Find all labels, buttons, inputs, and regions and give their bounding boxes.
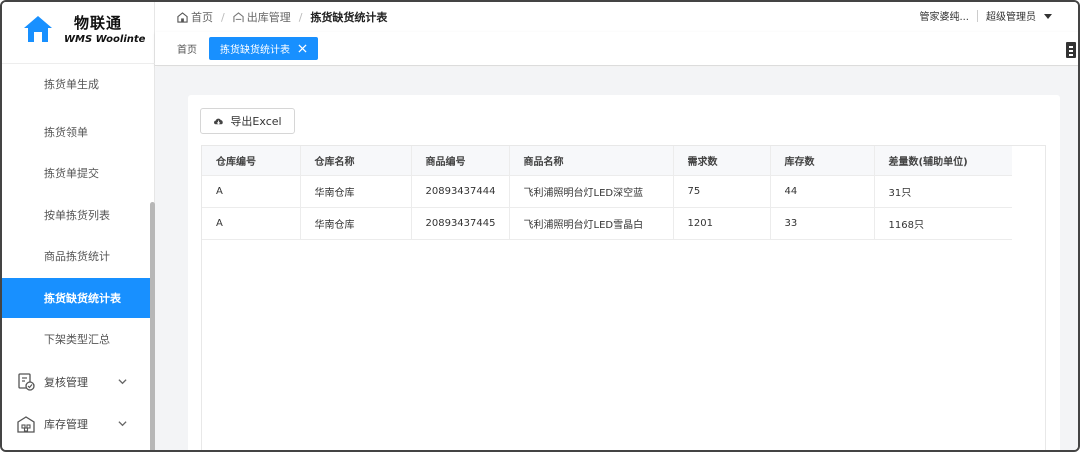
- sidebar-group-review[interactable]: 复核管理: [2, 362, 155, 402]
- cell-shortage-qty: 1168只: [874, 207, 1012, 240]
- tab-picking-shortage-report[interactable]: 拣货缺货统计表: [209, 37, 318, 60]
- column-header-shortage-qty[interactable]: 差量数(辅助单位): [874, 146, 1012, 176]
- cell-product-code: 20893437445: [411, 207, 510, 240]
- logo-title: 物联通: [74, 14, 123, 32]
- home-icon: [177, 11, 188, 23]
- logo-house-icon: [24, 16, 52, 42]
- sidebar-item-label: 拣货单生成: [44, 78, 99, 91]
- cell-product-name: 飞利浦照明台灯LED深空蓝: [509, 175, 674, 208]
- column-header-warehouse-code[interactable]: 仓库编号: [202, 146, 301, 176]
- org-name[interactable]: 管家婆纯...: [919, 8, 969, 23]
- sidebar-group-inventory[interactable]: 库存管理: [2, 404, 155, 444]
- tab-label: 拣货缺货统计表: [220, 45, 290, 56]
- sidebar-item-unshelve-type-summary[interactable]: 下架类型汇总: [2, 319, 155, 359]
- header-divider: [977, 9, 978, 22]
- warehouse-out-icon: [233, 11, 244, 22]
- shortage-table-container: 仓库编号 仓库名称 商品编号 商品名称 需求数 库存数 差量数(辅助单位) A …: [201, 145, 1046, 450]
- cell-warehouse-code: A: [202, 175, 301, 208]
- caret-down-icon[interactable]: [1044, 12, 1052, 20]
- sidebar-item-product-picking-stats[interactable]: 商品拣货统计: [2, 236, 155, 276]
- sidebar-item-picking-claim[interactable]: 拣货领单: [2, 112, 155, 152]
- cell-stock-qty: 33: [770, 207, 875, 240]
- table-row[interactable]: A 华南仓库 20893437444 飞利浦照明台灯LED深空蓝 75 44 3…: [202, 175, 1012, 208]
- column-header-product-code[interactable]: 商品编号: [411, 146, 510, 176]
- column-header-warehouse-name[interactable]: 仓库名称: [300, 146, 412, 176]
- sidebar-group-label: 库存管理: [44, 418, 88, 431]
- sidebar-item-label: 商品拣货统计: [44, 250, 110, 263]
- more-tabs-button[interactable]: [1066, 42, 1076, 58]
- breadcrumb-separator: /: [298, 10, 303, 24]
- sidebar-group-label: 复核管理: [44, 376, 88, 389]
- cell-warehouse-name: 华南仓库: [300, 175, 412, 208]
- breadcrumb-home[interactable]: 首页: [191, 9, 213, 25]
- sidebar-item-picking-shortage-report[interactable]: 拣货缺货统计表: [2, 278, 155, 318]
- cell-shortage-qty: 31只: [874, 175, 1012, 208]
- column-header-stock-qty[interactable]: 库存数: [770, 146, 875, 176]
- breadcrumb-current: 拣货缺货统计表: [310, 11, 388, 24]
- cell-warehouse-code: A: [202, 207, 301, 240]
- sidebar-item-order-picking-list[interactable]: 按单拣货列表: [2, 195, 155, 235]
- breadcrumb-outbound[interactable]: 出库管理: [247, 9, 291, 25]
- user-name[interactable]: 超级管理员: [986, 8, 1036, 23]
- table-header-row: 仓库编号 仓库名称 商品编号 商品名称 需求数 库存数 差量数(辅助单位): [202, 146, 1012, 176]
- cell-product-name: 飞利浦照明台灯LED雪晶白: [509, 207, 674, 240]
- cell-stock-qty: 44: [770, 175, 875, 208]
- table-row[interactable]: A 华南仓库 20893437445 飞利浦照明台灯LED雪晶白 1201 33…: [202, 207, 1012, 240]
- sidebar-item-label: 拣货单提交: [44, 167, 99, 180]
- chevron-down-icon: [118, 421, 127, 427]
- sidebar: 物联通 WMS Woolinte 拣货单生成 拣货领单 拣货单提交 按单拣货列表…: [2, 2, 155, 450]
- chevron-down-icon: [118, 379, 127, 385]
- sidebar-item-picking-submit[interactable]: 拣货单提交: [2, 153, 155, 193]
- logo: 物联通 WMS Woolinte: [2, 2, 155, 64]
- close-icon[interactable]: [298, 44, 307, 53]
- review-icon: [18, 373, 35, 391]
- logo-subtitle: WMS Woolinte: [64, 34, 146, 45]
- sidebar-item-label: 下架类型汇总: [44, 333, 110, 346]
- column-header-demand-qty[interactable]: 需求数: [673, 146, 771, 176]
- tabs-bar: 首页 拣货缺货统计表: [155, 32, 1078, 66]
- header-user-area: 管家婆纯... 超级管理员: [919, 8, 1052, 23]
- cloud-download-icon: [214, 118, 224, 124]
- warehouse-icon: [17, 416, 35, 433]
- cell-product-code: 20893437444: [411, 175, 510, 208]
- top-header: 首页 / 出库管理 / 拣货缺货统计表 管家婆纯... 超级管理员: [155, 2, 1078, 32]
- tab-label: 首页: [177, 45, 197, 56]
- sidebar-item-picking-generate[interactable]: 拣货单生成: [2, 64, 155, 104]
- export-label: 导出Excel: [230, 115, 282, 128]
- breadcrumb-separator: /: [221, 10, 225, 24]
- sidebar-item-label: 拣货缺货统计表: [44, 292, 121, 305]
- cell-demand-qty: 75: [673, 175, 771, 208]
- export-excel-button[interactable]: 导出Excel: [200, 108, 295, 134]
- tab-home[interactable]: 首页: [167, 37, 207, 60]
- app-window: 物联通 WMS Woolinte 拣货单生成 拣货领单 拣货单提交 按单拣货列表…: [0, 0, 1080, 452]
- sidebar-item-label: 按单拣货列表: [44, 209, 110, 222]
- sidebar-item-label: 拣货领单: [44, 126, 88, 139]
- cell-demand-qty: 1201: [673, 207, 771, 240]
- shortage-table: 仓库编号 仓库名称 商品编号 商品名称 需求数 库存数 差量数(辅助单位) A …: [202, 146, 1012, 240]
- breadcrumb: 首页 / 出库管理 / 拣货缺货统计表: [177, 9, 387, 25]
- column-header-product-name[interactable]: 商品名称: [509, 146, 674, 176]
- cell-warehouse-name: 华南仓库: [300, 207, 412, 240]
